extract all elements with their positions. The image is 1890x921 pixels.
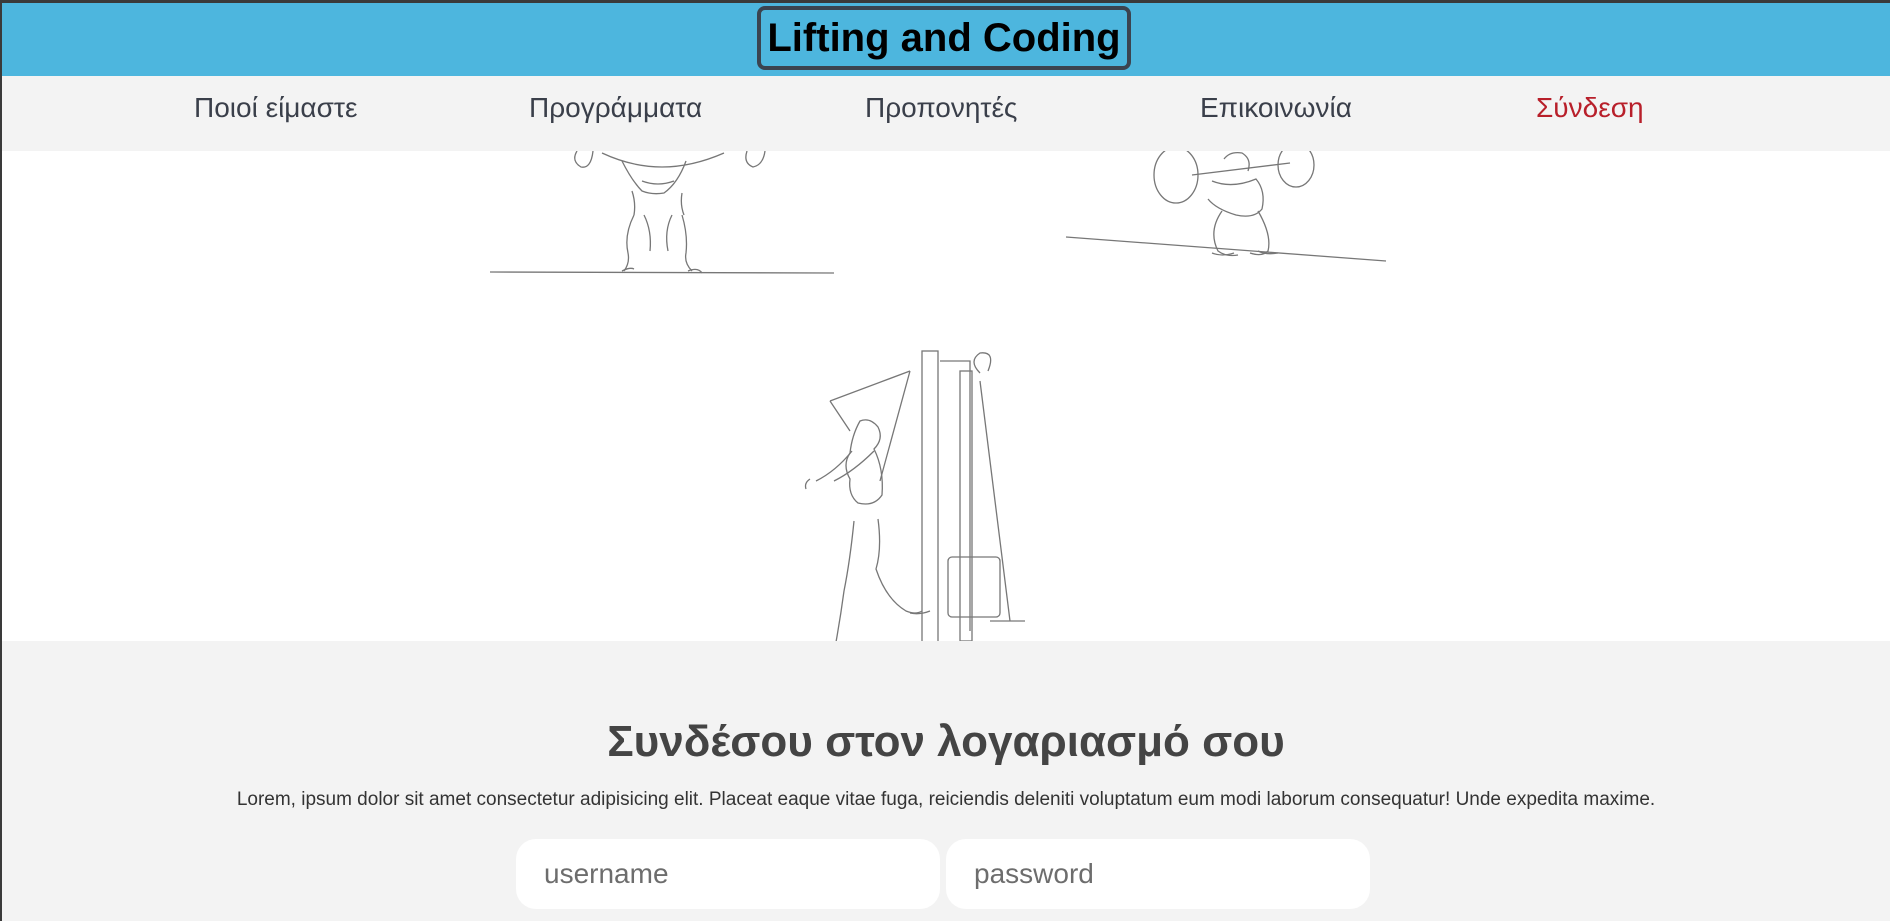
page: Lifting and Coding Ποιοί είμαστε Προγράμ… <box>0 0 1890 921</box>
username-input[interactable] <box>516 839 940 909</box>
nav-item-login[interactable]: Σύνδεση <box>1536 92 1644 124</box>
nav-item-trainers[interactable]: Προπονητές <box>865 92 1017 124</box>
nav-item-programs[interactable]: Προγράμματα <box>529 92 702 124</box>
hero-illustrations <box>2 151 1890 660</box>
top-bar: Lifting and Coding <box>2 3 1890 76</box>
cable-machine-lifter-illustration <box>771 350 1025 660</box>
login-description: Lorem, ipsum dolor sit amet consectetur … <box>236 789 1656 810</box>
main-nav: Ποιοί είμαστε Προγράμματα Προπονητές Επι… <box>2 76 1890 151</box>
login-title: Συνδέσου στον λογαριασμό σου <box>607 717 1285 766</box>
nav-item-contact[interactable]: Επικοινωνία <box>1200 92 1352 124</box>
login-section: Συνδέσου στον λογαριασμό σου Lorem, ipsu… <box>2 641 1890 921</box>
squat-lifter-illustration <box>1065 151 1387 262</box>
deadlift-lifter-illustration <box>489 151 835 274</box>
nav-item-about[interactable]: Ποιοί είμαστε <box>194 92 357 124</box>
password-input[interactable] <box>946 839 1370 909</box>
brand-logo[interactable]: Lifting and Coding <box>757 6 1131 70</box>
